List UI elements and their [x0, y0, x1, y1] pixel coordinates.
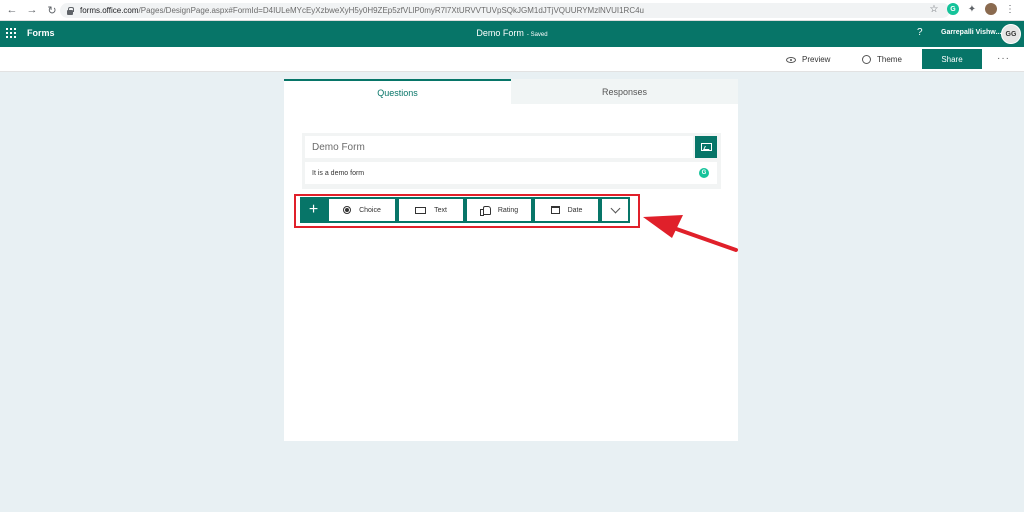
forms-header: Forms Demo Form - Saved ? Garrepalli Vish… [0, 21, 1024, 47]
puzzle-icon[interactable]: ✦ [966, 3, 978, 15]
more-options-icon[interactable]: ··· [997, 53, 1010, 64]
theme-button[interactable]: Theme [862, 55, 902, 64]
share-button[interactable]: Share [922, 49, 982, 69]
theme-label: Theme [877, 55, 902, 64]
user-name[interactable]: Garrepalli Vishw... [941, 29, 1001, 36]
tab-responses[interactable]: Responses [511, 79, 738, 104]
saved-status: - Saved [526, 32, 548, 38]
extension-bar: ☆ G ✦ ⋮ [928, 3, 1016, 15]
form-toolbar: Preview Theme [0, 47, 1024, 72]
form-title-input[interactable]: Demo Form [305, 136, 693, 158]
highlight-box [294, 194, 640, 228]
grammarly-icon[interactable]: G [699, 168, 709, 178]
url-host: forms.office.com [80, 6, 139, 15]
reload-icon[interactable]: ↻ [44, 2, 60, 18]
url-text: forms.office.com/Pages/DesignPage.aspx#F… [80, 6, 644, 15]
url-path: /Pages/DesignPage.aspx#FormId=D4IULeMYcE… [138, 6, 644, 15]
form-title-header: Demo Form [476, 28, 524, 38]
tab-questions[interactable]: Questions [284, 79, 511, 104]
help-icon[interactable]: ? [917, 27, 923, 38]
insert-image-button[interactable] [695, 136, 717, 158]
browser-toolbar: ← → ↻ forms.office.com/Pages/DesignPage.… [0, 0, 1024, 21]
palette-icon [862, 55, 871, 64]
profile-avatar-icon[interactable] [985, 3, 997, 15]
eye-icon [786, 56, 796, 63]
image-icon [700, 143, 712, 151]
document-title: Demo Form - Saved [0, 28, 1024, 38]
preview-button[interactable]: Preview [786, 55, 830, 64]
back-icon[interactable]: ← [4, 2, 20, 18]
grammarly-extension-icon[interactable]: G [947, 3, 959, 15]
avatar[interactable]: GG [1001, 24, 1021, 44]
address-bar[interactable]: forms.office.com/Pages/DesignPage.aspx#F… [60, 3, 950, 18]
form-description-text: It is a demo form [312, 169, 365, 177]
form-card: Questions Responses Demo Form It is a de… [284, 79, 738, 441]
lock-icon [66, 6, 74, 15]
tab-bar: Questions Responses [284, 79, 738, 104]
star-icon[interactable]: ☆ [928, 3, 940, 15]
browser-menu-icon[interactable]: ⋮ [1004, 3, 1016, 15]
preview-label: Preview [802, 55, 831, 64]
forward-icon[interactable]: → [24, 2, 40, 18]
form-description-input[interactable]: It is a demo form G [305, 162, 717, 184]
form-header-section: Demo Form It is a demo form G [302, 133, 721, 189]
